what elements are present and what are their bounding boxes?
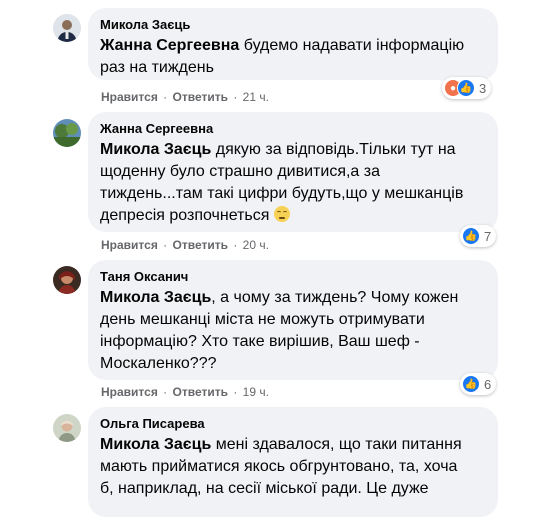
avatar-landscape-icon	[53, 119, 81, 147]
like-icon: 👍	[462, 227, 480, 245]
reply-button[interactable]: Ответить	[173, 90, 228, 104]
sad-face-emoji	[273, 206, 290, 222]
reaction-count: 7	[484, 228, 492, 244]
avatar-portrait-icon	[53, 414, 81, 442]
comment-bubble: Таня Оксанич Микола Заєць, а чому за тиж…	[88, 260, 498, 380]
comment: Жанна Сергеевна Микола Заєць дякую за ві…	[0, 110, 536, 258]
avatar-portrait-icon	[53, 14, 81, 42]
avatar[interactable]	[53, 119, 81, 147]
comment-author[interactable]: Микола Заєць	[100, 16, 486, 33]
like-button[interactable]: Нравится	[101, 385, 158, 399]
comment-bubble: Ольга Писарева Микола Заєць мені здавало…	[88, 407, 498, 517]
comment-timestamp[interactable]: 20 ч.	[243, 238, 269, 252]
comment-actions: Нравится · Ответить · 20 ч.	[101, 238, 269, 252]
mention-link[interactable]: Микола Заєць	[100, 436, 211, 453]
avatar[interactable]	[53, 14, 81, 42]
reaction-summary[interactable]: ● 👍 3	[442, 77, 492, 99]
comment-text: Микола Заєць мені здавалося, що таки пит…	[100, 436, 462, 497]
like-icon: 👍	[457, 79, 475, 97]
comment: Таня Оксанич Микола Заєць, а чому за тиж…	[0, 258, 536, 404]
like-icon: 👍	[462, 375, 480, 393]
avatar-portrait-icon	[53, 266, 81, 294]
avatar[interactable]	[53, 414, 81, 442]
reaction-count: 6	[484, 376, 492, 392]
mention-link[interactable]: Микола Заєць	[100, 141, 211, 158]
comment-timestamp[interactable]: 21 ч.	[243, 90, 269, 104]
mention-link[interactable]: Жанна Сергеевна	[100, 37, 239, 54]
comment-author[interactable]: Ольга Писарева	[100, 415, 486, 432]
reply-button[interactable]: Ответить	[173, 238, 228, 252]
comment-text: Микола Заєць дякую за відповідь.Тільки т…	[100, 141, 464, 224]
comment-text: Жанна Сергеевна будемо надавати інформац…	[100, 37, 465, 76]
avatar[interactable]	[53, 266, 81, 294]
comment-author[interactable]: Таня Оксанич	[100, 268, 486, 285]
comment-text: Микола Заєць, а чому за тиждень? Чому ко…	[100, 289, 459, 372]
mention-link[interactable]: Микола Заєць	[100, 289, 211, 306]
comment: Ольга Писарева Микола Заєць мені здавало…	[0, 404, 536, 517]
comment-author[interactable]: Жанна Сергеевна	[100, 120, 486, 137]
like-button[interactable]: Нравится	[101, 238, 158, 252]
comment-actions: Нравится · Ответить · 19 ч.	[101, 385, 269, 399]
reaction-count: 3	[479, 80, 487, 96]
like-button[interactable]: Нравится	[101, 90, 158, 104]
comment: Микола Заєць Жанна Сергеевна будемо нада…	[0, 0, 536, 110]
reply-button[interactable]: Ответить	[173, 385, 228, 399]
comment-bubble: Микола Заєць Жанна Сергеевна будемо нада…	[88, 8, 498, 80]
reaction-summary[interactable]: 👍 6	[460, 373, 497, 395]
comment-bubble: Жанна Сергеевна Микола Заєць дякую за ві…	[88, 112, 498, 232]
comment-timestamp[interactable]: 19 ч.	[243, 385, 269, 399]
reaction-summary[interactable]: 👍 7	[460, 225, 497, 247]
comment-actions: Нравится · Ответить · 21 ч.	[101, 90, 269, 104]
